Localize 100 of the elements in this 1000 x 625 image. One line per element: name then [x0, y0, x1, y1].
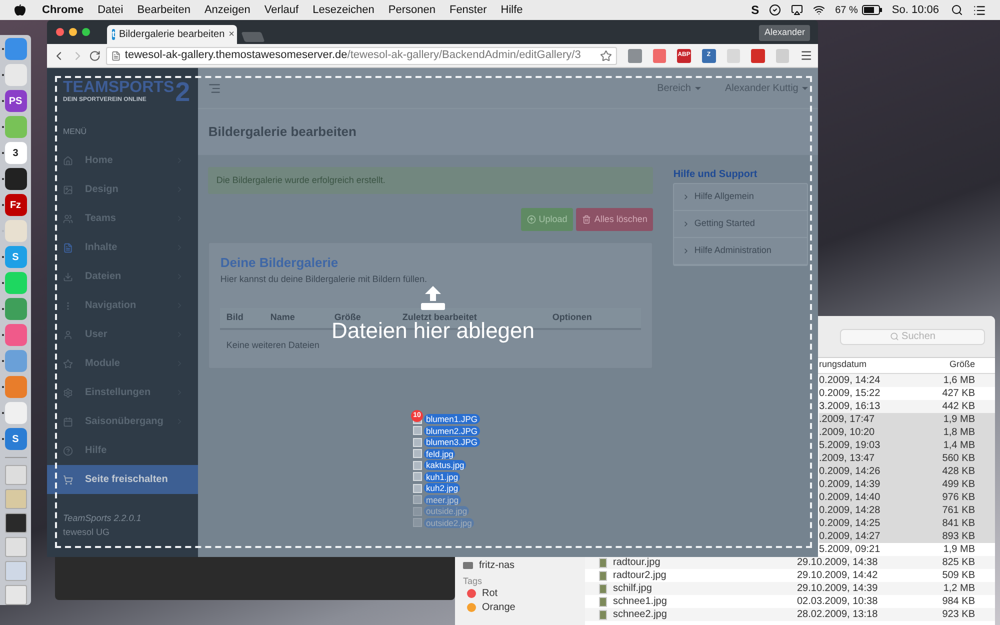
success-alert: Die Bildergalerie wurde erfolgreich erstellt. [208, 167, 654, 194]
dragged-file-name: outside.jpg [424, 506, 470, 516]
column-header: Zuletzt bearbeitet [402, 312, 477, 322]
file-row[interactable]: .2009, 13:47 560 KB [819, 452, 995, 465]
file-row[interactable]: 0.2009, 14:25 841 KB [819, 517, 995, 530]
check-icon[interactable] [769, 4, 782, 16]
file-row[interactable]: 0.2009, 14:27 893 KB [819, 530, 995, 543]
menu-item[interactable]: Hilfe [500, 2, 523, 18]
menu-item[interactable]: Personen [388, 2, 436, 18]
date-cell-text: 0.2009, 15:22 [819, 387, 882, 401]
reload-icon[interactable] [89, 50, 101, 62]
size-cell-text: 1,9 MB [942, 413, 976, 427]
size-cell-text: 442 KB [941, 400, 976, 414]
window-thumbnail-icon[interactable] [4, 585, 26, 605]
date-cell-text: 0.2009, 14:24 [819, 374, 882, 388]
airplay-icon[interactable] [791, 4, 804, 16]
window-thumbnail-icon[interactable] [4, 513, 26, 533]
file-row[interactable]: .2009, 17:47 1,9 MB [819, 413, 995, 426]
file-row[interactable]: 0.2009, 14:28 761 KB [819, 504, 995, 517]
apple-icon[interactable] [14, 4, 26, 16]
window-thumbnail-icon[interactable] [4, 561, 26, 581]
caret-icon [694, 86, 701, 90]
menu-item[interactable]: Anzeigen [204, 2, 250, 18]
file-row[interactable]: 0.2009, 14:39 499 KB [819, 478, 995, 491]
file-name: schilf.jpg [613, 582, 652, 596]
tab-title: Bildergalerie bearbeiten [119, 28, 225, 42]
file-row[interactable]: 5.2009, 19:03 1,4 MB [819, 439, 995, 452]
file-row[interactable]: 0.2009, 14:24 1,6 MB [819, 374, 995, 387]
app-icon[interactable]: 3 [4, 142, 26, 164]
zoom-window-button[interactable] [82, 28, 90, 36]
tab-close-button[interactable]: × [228, 27, 234, 42]
size-cell-text: 976 KB [941, 491, 976, 505]
window-thumbnail-icon[interactable] [4, 537, 26, 557]
menu-item[interactable]: Bearbeiten [137, 2, 190, 18]
battery-icon[interactable] [862, 5, 882, 15]
new-tab-button[interactable] [241, 32, 265, 42]
column-header[interactable]: rungsdatum [819, 358, 927, 372]
menu-icon[interactable] [800, 49, 814, 62]
file-name: schnee2.jpg [613, 608, 667, 622]
app-icon[interactable] [4, 168, 26, 190]
url-text: tewesol-ak-gallery.themostawesomeserver.de/tewesol-ak-gallery/BackendAdmin/editGallery/3 [124, 48, 582, 64]
date-cell-text: 29.10.2009, 14:39 [797, 582, 879, 596]
card-subtitle: Hier kannst du deine Bildergalerie mit Bildern füllen. [219, 272, 428, 286]
file-row[interactable]: radtour.jpg 29.10.2009, 14:38 825 KB [585, 556, 995, 569]
list-icon[interactable] [973, 4, 986, 16]
window-thumbnail-icon[interactable] [4, 489, 26, 509]
column-header: Größe [334, 312, 361, 322]
bookmark-star-icon[interactable] [600, 50, 612, 62]
size-cell-text: 509 KB [941, 569, 976, 583]
menu-item[interactable]: Fenster [449, 2, 487, 18]
close-window-button[interactable] [56, 28, 64, 36]
file-row[interactable]: 0.2009, 14:40 976 KB [819, 491, 995, 504]
minimize-window-button[interactable] [69, 28, 77, 36]
sidebar-item[interactable]: Orange [482, 600, 516, 614]
date-cell-text: 3.2009, 16:13 [819, 400, 882, 414]
app-icon[interactable]: Fz [4, 194, 26, 216]
dragged-file-name: kuh2.jpg [424, 483, 460, 494]
date-cell-text: 29.10.2009, 14:38 [797, 556, 879, 570]
app-menu[interactable]: Chrome [42, 2, 84, 18]
app-icon[interactable]: S [4, 428, 26, 450]
page-icon [110, 50, 121, 60]
browser-tab[interactable]: t Bildergalerie bearbeiten × [107, 25, 237, 44]
clock[interactable]: So. 10:06 [892, 2, 939, 18]
extension-icon[interactable] [652, 48, 666, 62]
size-cell-text: 1,8 MB [942, 426, 976, 440]
extension-icon[interactable] [751, 48, 765, 62]
date-cell-text: 0.2009, 14:25 [819, 517, 882, 531]
window-thumbnail-icon[interactable] [4, 465, 26, 485]
file-row[interactable]: 0.2009, 14:26 428 KB [819, 465, 995, 478]
file-row[interactable]: schilf.jpg 29.10.2009, 14:39 1,2 MB [585, 582, 995, 595]
address-bar[interactable]: tewesol-ak-gallery.themostawesomeserver.de/tewesol-ak-gallery/BackendAdmin/editGallery/3 [106, 46, 617, 64]
file-row[interactable]: 3.2009, 16:13 442 KB [819, 400, 995, 413]
menu-item[interactable]: Verlauf [264, 2, 299, 18]
column-header: Name [270, 312, 295, 322]
extension-icon[interactable] [628, 48, 642, 62]
sidebar-item[interactable]: Rot [482, 586, 498, 600]
sidebar-heading: Tags [463, 575, 484, 585]
file-row[interactable]: schnee2.jpg 28.02.2009, 13:18 923 KB [585, 608, 995, 621]
size-cell-text: 499 KB [941, 478, 976, 492]
size-cell-text: 841 KB [941, 517, 976, 531]
app-icon[interactable]: PS [4, 90, 26, 112]
search-icon[interactable] [951, 4, 963, 16]
file-name: radtour.jpg [613, 556, 660, 570]
status-icon[interactable]: S [751, 1, 760, 19]
profile-button[interactable]: Alexander [759, 25, 810, 41]
menu-item[interactable]: Lesezeichen [312, 2, 374, 18]
logo-number: 2 [175, 78, 190, 106]
date-cell-text: .2009, 10:20 [819, 426, 876, 440]
sidebar-toggle-icon[interactable] [208, 82, 222, 94]
menu-item[interactable]: Datei [98, 2, 124, 18]
empty-table-message: Keine weiteren Dateien [226, 340, 320, 350]
size-cell-text: 825 KB [941, 556, 976, 570]
favicon: t [112, 29, 115, 40]
file-row[interactable]: .2009, 10:20 1,8 MB [819, 426, 995, 439]
sidebar-item[interactable]: fritz-nas [479, 558, 515, 572]
file-name: radtour2.jpg [613, 569, 666, 583]
menu-item[interactable]: Seite freischalten [47, 465, 198, 494]
size-cell-text: 893 KB [941, 530, 976, 544]
column-header[interactable]: Größe [927, 358, 995, 372]
date-cell-text: 0.2009, 14:26 [819, 465, 882, 479]
